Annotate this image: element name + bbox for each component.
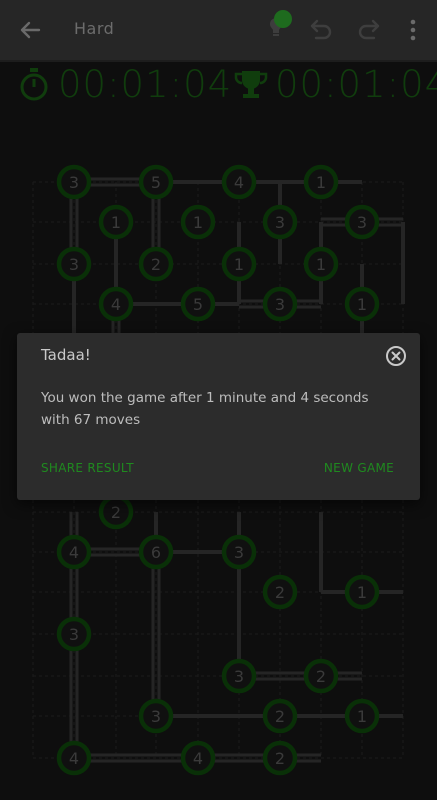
undo-icon[interactable] xyxy=(306,18,334,42)
app-bar: Hard xyxy=(0,0,437,62)
dialog-title: Tadaa! xyxy=(41,346,91,364)
dialog-message: You won the game after 1 minute and 4 se… xyxy=(41,390,369,428)
close-icon[interactable] xyxy=(385,345,407,367)
redo-icon[interactable] xyxy=(356,18,384,42)
difficulty-title: Hard xyxy=(74,19,115,38)
win-dialog: Tadaa! You won the game after 1 minute a… xyxy=(17,333,420,500)
share-result-button[interactable]: SHARE RESULT xyxy=(41,461,134,475)
hint-bulb-icon[interactable] xyxy=(258,10,294,46)
back-arrow-icon[interactable] xyxy=(14,14,46,46)
more-options-icon[interactable] xyxy=(405,16,421,44)
new-game-button[interactable]: NEW GAME xyxy=(324,461,394,475)
